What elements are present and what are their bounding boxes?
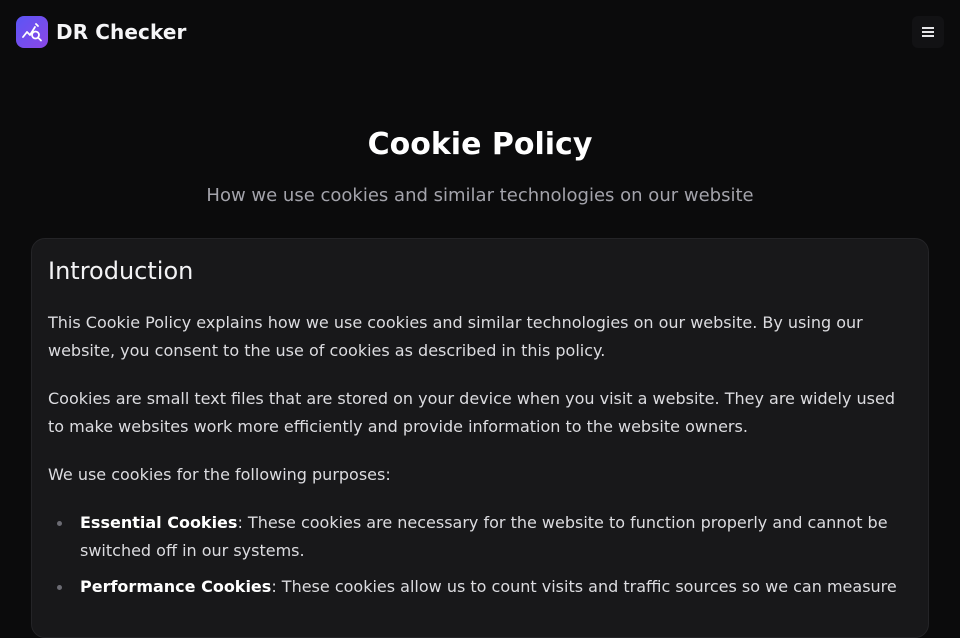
section-heading: Introduction	[48, 257, 194, 285]
cookies-definition-paragraph: Cookies are small text files that are st…	[48, 389, 895, 436]
page-title: Cookie Policy	[367, 127, 593, 162]
intro-paragraph: This Cookie Policy explains how we use c…	[48, 313, 863, 360]
site-header: DR Checker	[0, 0, 960, 64]
logo-icon	[16, 16, 48, 48]
purposes-intro-paragraph: We use cookies for the following purpose…	[48, 465, 391, 484]
list-item: Essential Cookies: These cookies are nec…	[56, 509, 912, 565]
list-item: Performance Cookies: These cookies allow…	[56, 573, 912, 601]
hamburger-menu-icon	[922, 27, 934, 37]
cookie-purposes-list: Essential Cookies: These cookies are nec…	[48, 509, 912, 601]
menu-button[interactable]	[912, 16, 944, 48]
list-item-term: Performance Cookies	[80, 577, 272, 596]
page-hero: Cookie Policy How we use cookies and sim…	[0, 124, 960, 210]
page-subtitle: How we use cookies and similar technolog…	[206, 185, 754, 206]
list-item-text: : These cookies allow us to count visits…	[271, 577, 897, 596]
brand-link[interactable]: DR Checker	[16, 16, 187, 48]
brand-name: DR Checker	[56, 20, 187, 44]
list-item-term: Essential Cookies	[80, 513, 238, 532]
policy-card: Introduction This Cookie Policy explains…	[31, 238, 929, 638]
